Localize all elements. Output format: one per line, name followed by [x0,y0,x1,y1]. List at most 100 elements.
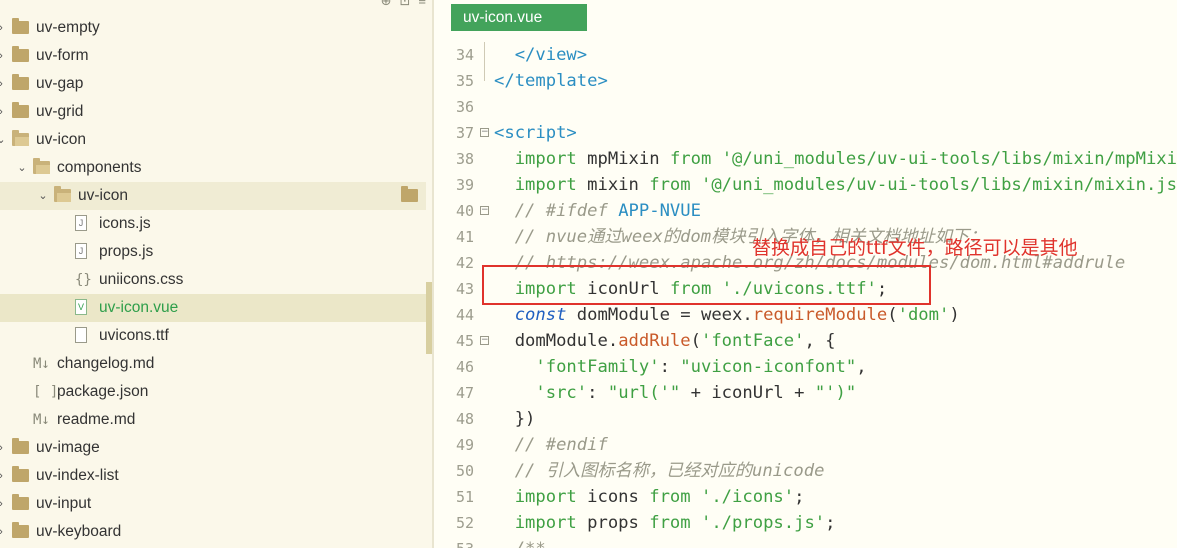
tree-item-uvicons-ttf[interactable]: uvicons.ttf [0,322,426,350]
collapse-all-icon[interactable]: ≡ [418,0,426,8]
code-line[interactable]: 49 // #endif [434,432,1177,458]
tree-item-uniicons-css[interactable]: {} uniicons.css [0,266,426,294]
tree-item-uv-grid[interactable]: › uv-grid [0,98,426,126]
tree-item-readme-md[interactable]: M↓ readme.md [0,406,426,434]
code-token: /** [494,539,546,548]
code-text: const domModule = weex.requireModule('do… [494,302,960,328]
code-line[interactable]: 50 // 引入图标名称，已经对应的unicode [434,458,1177,484]
code-text: // #endif [494,432,608,458]
code-token: from [649,513,701,533]
code-line[interactable]: 38 import mpMixin from '@/uni_modules/uv… [434,146,1177,172]
tree-item-uv-gap[interactable]: › uv-gap [0,70,426,98]
code-editor[interactable]: uv-icon.vue 34 </view> 35 </template> 36 37−… [434,0,1177,548]
code-line[interactable]: 47 'src': "url('" + iconUrl + "')" [434,380,1177,406]
line-number: 35 [455,72,474,90]
editor-tab-uv-icon-vue[interactable]: uv-icon.vue [451,4,587,31]
chevron-down-icon[interactable]: ⌄ [16,154,28,182]
chevron-right-icon[interactable]: › [0,14,7,42]
chevron-right-icon[interactable]: › [0,42,7,70]
new-folder-icon[interactable]: ⊡ [400,0,411,8]
folder-icon [12,466,29,482]
code-text: </template> [494,68,608,94]
tree-item-uv-input[interactable]: › uv-input [0,490,426,518]
new-file-icon[interactable]: ⊕ [381,0,392,8]
vue-file-icon: V [75,299,87,315]
chevron-right-icon[interactable]: › [0,70,7,98]
code-line[interactable]: 35 </template> [434,68,1177,94]
annotation-text: 替换成自己的ttf文件，路径可以是其他 [752,237,1078,259]
chevron-right-icon[interactable]: › [0,490,7,518]
code-token: '@/uni_modules/uv-ui-tools/libs/mixin/mi… [700,175,1177,195]
chevron-right-icon[interactable]: › [0,462,7,490]
tree-item-uv-form[interactable]: › uv-form [0,42,426,70]
code-line[interactable]: 52 import props from './props.js'; [434,510,1177,536]
tree-item-changelog-md[interactable]: M↓ changelog.md [0,350,426,378]
tree-item-uv-keyboard[interactable]: › uv-keyboard [0,518,426,546]
folder-open-icon [12,130,29,146]
code-token: 'fontFace' [700,331,805,351]
code-line[interactable]: 39 import mixin from '@/uni_modules/uv-u… [434,172,1177,198]
tree-item-label: icons.js [99,215,151,232]
chevron-right-icon[interactable]: › [0,518,7,546]
tree-item-uv-index-list[interactable]: › uv-index-list [0,462,426,490]
tree-item-package-json[interactable]: [ ] package.json [0,378,426,406]
file-file-icon [75,327,87,343]
fold-toggle-icon[interactable]: − [480,336,489,345]
code-token: requireModule [752,305,888,325]
folder-icon [12,494,29,510]
chevron-right-icon[interactable]: › [0,434,7,462]
tree-item-uv-icon[interactable]: ⌄ uv-icon [0,182,426,210]
js-file-icon: J [75,243,87,259]
code-line[interactable]: 34 </view> [434,42,1177,68]
line-number: 38 [455,150,474,168]
line-number: 36 [455,98,474,116]
fold-toggle-icon[interactable]: − [480,206,489,215]
md-file-icon: M↓ [33,412,50,428]
css-file-icon: {} [75,272,92,288]
code-token: "url('" [607,383,681,403]
code-line[interactable]: 46 'fontFamily': "uvicon-iconfont", [434,354,1177,380]
line-number: 53 [434,536,474,548]
chevron-down-icon[interactable]: ⌄ [37,182,49,210]
code-token: // 引入图标名称，已经对应的unicode [494,461,825,481]
code-line[interactable]: 48 }) [434,406,1177,432]
line-number: 46 [455,358,474,376]
tree-item-label: uv-index-list [36,467,119,484]
tree-item-uv-icon[interactable]: ⌄ uv-icon [0,126,426,154]
chevron-down-icon[interactable]: ⌄ [0,126,7,154]
tree-item-uv-image[interactable]: › uv-image [0,434,426,462]
code-token: icons [587,487,650,507]
tree-item-icons-js[interactable]: Jicons.js [0,210,426,238]
tree-item-uv-icon-vue[interactable]: Vuv-icon.vue [0,294,426,322]
code-line[interactable]: 40− // #ifdef APP-NVUE [434,198,1177,224]
line-number: 41 [455,228,474,246]
line-number: 44 [455,306,474,324]
tree-item-props-js[interactable]: Jprops.js [0,238,426,266]
tree-item-label: uv-gap [36,75,84,92]
tree-item-label: props.js [99,243,154,260]
tree-item-uv-empty[interactable]: › uv-empty [0,14,426,42]
code-token: // #endif [494,435,608,455]
code-line[interactable]: 37− <script> [434,120,1177,146]
code-line[interactable]: 53 /** [434,536,1177,548]
code-token: + iconUrl + [680,383,815,403]
code-text: import mpMixin from '@/uni_modules/uv-ui… [494,146,1177,172]
code-token: mpMixin [587,149,670,169]
fold-toggle-icon[interactable]: − [480,128,489,137]
code-token: domModule. [494,331,619,351]
code-token: APP-NVUE [618,201,701,221]
tree-item-components[interactable]: ⌄ components [0,154,426,182]
code-text: import props from './props.js'; [494,510,836,536]
tree-item-label: uv-keyboard [36,523,122,540]
code-line[interactable]: 44 const domModule = weex.requireModule(… [434,302,1177,328]
md-file-icon: M↓ [33,356,50,372]
open-folder-icon[interactable] [401,186,418,202]
code-token: , { [804,331,836,351]
chevron-right-icon[interactable]: › [0,98,7,126]
code-line[interactable]: 36 [434,94,1177,120]
json-file-icon: [ ] [33,384,59,400]
code-line[interactable]: 51 import icons from './icons'; [434,484,1177,510]
code-line[interactable]: 45− domModule.addRule('fontFace', { [434,328,1177,354]
tree-item-label: uniicons.css [99,271,184,288]
line-number: 34 [455,46,474,64]
